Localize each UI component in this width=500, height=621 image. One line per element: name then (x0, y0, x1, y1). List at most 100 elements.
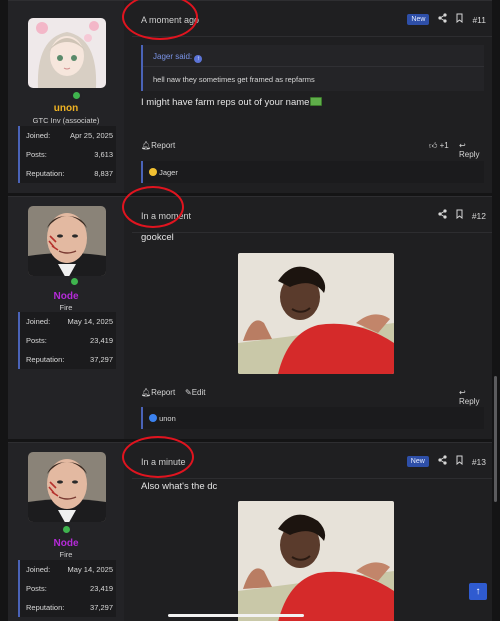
stat-joined: Joined: May 14, 2025 (18, 312, 116, 331)
username[interactable]: Node (8, 538, 124, 549)
avatar-node[interactable] (28, 206, 106, 276)
quote-author[interactable]: Jager said: ↑ (153, 52, 203, 63)
like-button[interactable]: 👍︎ +1 (429, 141, 449, 151)
user-info-panel: unon GTC Inv (associate) Joined: Apr 25,… (8, 1, 124, 193)
report-label: Report (151, 388, 176, 397)
online-status-icon (61, 524, 72, 535)
reply-icon: ↩︎ (459, 388, 466, 397)
scroll-to-top-button[interactable]: ↑ (469, 583, 487, 600)
reaction-list: unon (149, 414, 176, 423)
post-actions: 🔔︎Report 👍︎ +1 ↩︎ Reply (141, 141, 484, 159)
post-number[interactable]: #12 (472, 211, 486, 221)
reply-button[interactable]: ↩︎ Reply (459, 141, 484, 159)
reply-label: Reply (459, 150, 480, 159)
like-count: +1 (439, 141, 449, 150)
new-badge: New (407, 14, 430, 25)
report-button[interactable]: 🔔︎Report (141, 388, 175, 397)
stat-posts: Posts: 23,419 (18, 331, 116, 350)
stat-value: May 14, 2025 (67, 317, 113, 326)
post-number[interactable]: #11 (472, 15, 486, 25)
online-status-icon (71, 90, 82, 101)
stat-label: Joined: (26, 317, 51, 326)
stat-value: 37,297 (90, 603, 113, 612)
bookmark-icon[interactable] (456, 13, 463, 26)
scrollbar[interactable] (494, 376, 497, 502)
stat-label: Reputation: (26, 603, 65, 612)
stat-label: Posts: (26, 336, 47, 345)
reply-icon: ↩︎ (459, 141, 466, 150)
expand-quote-icon[interactable]: ↑ (194, 55, 203, 63)
gif-image[interactable] (238, 253, 394, 374)
edit-button[interactable]: ✎Edit (185, 388, 206, 397)
like-reaction-icon (149, 414, 157, 422)
reactions-bar[interactable]: Jager (141, 161, 484, 183)
username[interactable]: Node (8, 291, 124, 302)
report-label: Report (151, 141, 176, 150)
stat-value: 23,419 (90, 336, 113, 345)
stat-value: Apr 25, 2025 (70, 131, 113, 140)
annotation-circle (122, 186, 184, 228)
stat-label: Reputation: (26, 355, 65, 364)
stat-value: 8,837 (94, 169, 113, 178)
post-number[interactable]: #13 (472, 457, 486, 467)
home-indicator (168, 614, 304, 617)
stat-joined: Joined: Apr 25, 2025 (18, 126, 116, 145)
online-status-icon (69, 276, 80, 287)
stat-reputation: Reputation: 37,297 (18, 598, 116, 617)
reply-label: Reply (459, 397, 480, 406)
stat-joined: Joined: May 14, 2025 (18, 560, 116, 579)
user-title: GTC Inv (associate) (32, 116, 100, 125)
annotation-circle (122, 436, 194, 478)
quote-block: Jager said: ↑ hell naw they sometimes ge… (141, 45, 484, 91)
stat-label: Joined: (26, 565, 51, 574)
bell-icon: 🔔︎ (141, 388, 152, 397)
reactions-bar[interactable]: unon (141, 407, 484, 429)
user-title: Fire (59, 303, 73, 312)
divider (143, 66, 484, 67)
new-badge: New (406, 456, 429, 467)
stat-value: 3,613 (94, 150, 113, 159)
edit-label: Edit (191, 388, 206, 397)
post-13: Node Fire Joined: May 14, 2025 Posts: 23… (8, 442, 492, 621)
quote-author-name: Jager said: (153, 52, 193, 61)
stat-value: 37,297 (90, 355, 113, 364)
stat-label: Posts: (26, 584, 47, 593)
message-header: In a moment #12 (132, 197, 492, 233)
stat-value: 23,419 (90, 584, 113, 593)
bookmark-icon[interactable] (456, 209, 463, 222)
stat-value: May 14, 2025 (67, 565, 113, 574)
stat-posts: Posts: 3,613 (18, 145, 116, 164)
reaction-user[interactable]: Jager (159, 168, 178, 177)
report-button[interactable]: 🔔︎Report (141, 141, 175, 150)
user-info-panel: Node Fire Joined: May 14, 2025 Posts: 23… (8, 197, 124, 439)
post-body: gookcel (141, 232, 174, 243)
money-emoji-icon (310, 97, 323, 106)
pencil-icon: ✎ (185, 388, 192, 397)
stat-label: Joined: (26, 131, 51, 140)
stat-label: Posts: (26, 150, 47, 159)
post-12: Node Fire Joined: May 14, 2025 Posts: 23… (8, 196, 492, 439)
share-icon[interactable] (438, 13, 448, 26)
bell-icon: 🔔︎ (141, 141, 152, 150)
gif-image[interactable] (238, 501, 394, 621)
post-body: Also what's the dc (141, 481, 218, 492)
user-stats: Joined: May 14, 2025 Posts: 23,419 Reput… (18, 560, 116, 617)
username[interactable]: unon (8, 103, 124, 114)
avatar-node[interactable] (28, 452, 106, 522)
stat-label: Reputation: (26, 169, 65, 178)
stat-reputation: Reputation: 37,297 (18, 350, 116, 369)
wow-reaction-icon (149, 168, 157, 176)
message-panel: In a moment #12 gookcel 🔔︎Report ✎Edit ↩… (132, 197, 492, 439)
stat-posts: Posts: 23,419 (18, 579, 116, 598)
reaction-user[interactable]: unon (159, 414, 176, 423)
share-icon[interactable] (438, 209, 447, 222)
reply-button[interactable]: ↩︎ Reply (459, 388, 484, 406)
stat-reputation: Reputation: 8,837 (18, 164, 116, 183)
post-actions: 🔔︎Report ✎Edit ↩︎ Reply (141, 388, 484, 406)
avatar-unon[interactable] (28, 18, 106, 88)
quote-text: hell naw they sometimes get framed as re… (153, 75, 315, 84)
user-stats: Joined: Apr 25, 2025 Posts: 3,613 Reputa… (18, 126, 116, 183)
share-icon[interactable] (438, 455, 447, 468)
post-body: I might have farm reps out of your name (141, 97, 323, 108)
bookmark-icon[interactable] (456, 455, 463, 468)
